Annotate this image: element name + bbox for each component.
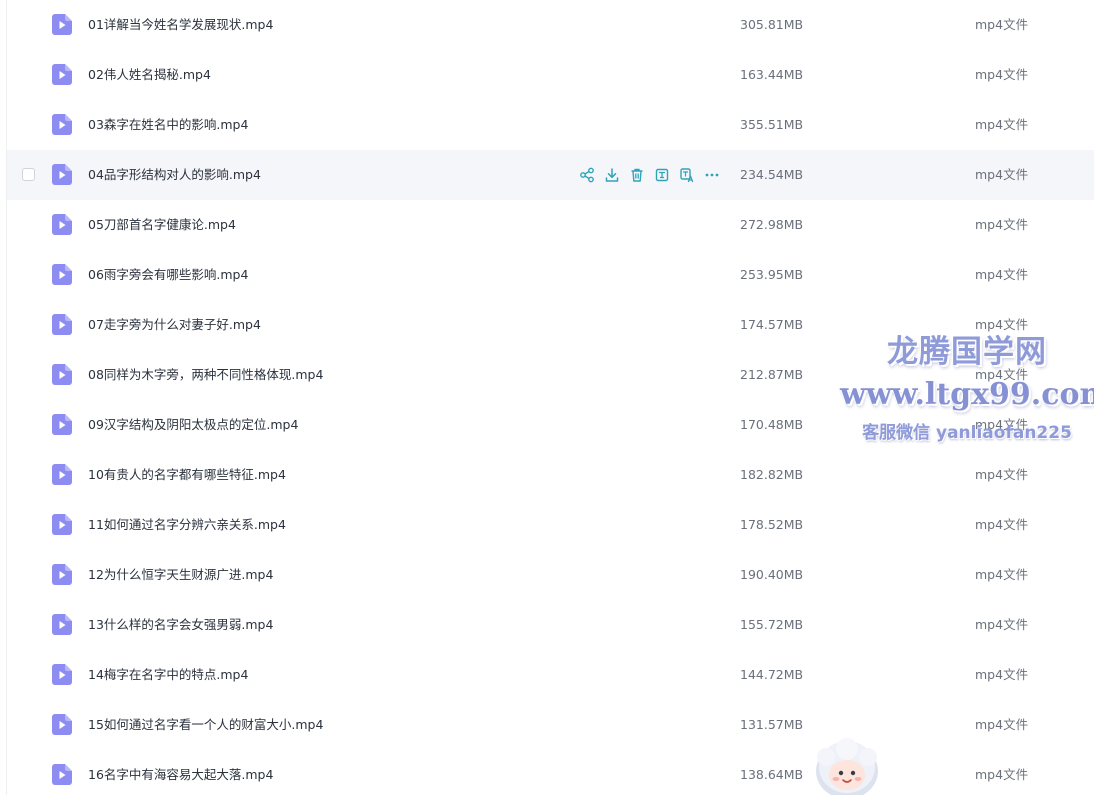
file-name[interactable]: 05刀部首名字健康论.mp4: [88, 200, 236, 250]
video-file-icon: [52, 114, 72, 135]
file-name[interactable]: 09汉字结构及阴阳太极点的定位.mp4: [88, 400, 298, 450]
file-name[interactable]: 16名字中有海容易大起大落.mp4: [88, 750, 273, 800]
file-type: mp4文件: [975, 167, 1029, 182]
video-file-icon: [52, 414, 72, 435]
file-type: mp4文件: [975, 717, 1029, 732]
file-size: 138.64MB: [740, 767, 804, 782]
file-type: mp4文件: [975, 617, 1029, 632]
file-row[interactable]: 12为什么恒字天生财源广进.mp4 190.40MB mp4文件: [7, 550, 1094, 600]
file-row[interactable]: 02伟人姓名揭秘.mp4 163.44MB mp4文件: [7, 50, 1094, 100]
file-size: 253.95MB: [740, 267, 804, 282]
video-file-icon: [52, 614, 72, 635]
file-name[interactable]: 14梅字在名字中的特点.mp4: [88, 650, 248, 700]
file-size: 170.48MB: [740, 417, 804, 432]
file-size: 305.81MB: [740, 17, 804, 32]
file-type: mp4文件: [975, 367, 1029, 382]
row-checkbox[interactable]: [22, 168, 35, 181]
download-icon[interactable]: [603, 166, 621, 184]
video-file-icon: [52, 514, 72, 535]
video-file-icon: [52, 14, 72, 35]
video-file-icon: [52, 764, 72, 785]
file-row[interactable]: 15如何通过名字看一个人的财富大小.mp4 131.57MB mp4文件: [7, 700, 1094, 750]
video-file-icon: [52, 364, 72, 385]
video-file-icon: [52, 714, 72, 735]
file-size: 163.44MB: [740, 67, 804, 82]
file-row[interactable]: 16名字中有海容易大起大落.mp4 138.64MB mp4文件: [7, 750, 1094, 800]
file-type: mp4文件: [975, 417, 1029, 432]
share-icon[interactable]: [578, 166, 596, 184]
file-size: 178.52MB: [740, 517, 804, 532]
file-name[interactable]: 01详解当今姓名学发展现状.mp4: [88, 0, 273, 50]
file-name[interactable]: 02伟人姓名揭秘.mp4: [88, 50, 211, 100]
file-row[interactable]: 13什么样的名字会女强男弱.mp4 155.72MB mp4文件: [7, 600, 1094, 650]
file-list: 01详解当今姓名学发展现状.mp4 305.81MB mp4文件 02伟人姓名揭秘.m…: [0, 0, 1094, 795]
file-size: 131.57MB: [740, 717, 804, 732]
video-file-icon: [52, 314, 72, 335]
file-type: mp4文件: [975, 567, 1029, 582]
file-row[interactable]: 14梅字在名字中的特点.mp4 144.72MB mp4文件: [7, 650, 1094, 700]
file-type: mp4文件: [975, 17, 1029, 32]
video-file-icon: [52, 464, 72, 485]
file-row[interactable]: 05刀部首名字健康论.mp4 272.98MB mp4文件: [7, 200, 1094, 250]
translate-icon[interactable]: [678, 166, 696, 184]
file-size: 234.54MB: [740, 167, 804, 182]
video-file-icon: [52, 564, 72, 585]
file-row[interactable]: 10有贵人的名字都有哪些特征.mp4 182.82MB mp4文件: [7, 450, 1094, 500]
file-name[interactable]: 03森字在姓名中的影响.mp4: [88, 100, 248, 150]
file-type: mp4文件: [975, 217, 1029, 232]
file-name[interactable]: 15如何通过名字看一个人的财富大小.mp4: [88, 700, 323, 750]
file-type: mp4文件: [975, 67, 1029, 82]
file-row[interactable]: 09汉字结构及阴阳太极点的定位.mp4 170.48MB mp4文件: [7, 400, 1094, 450]
file-name[interactable]: 11如何通过名字分辨六亲关系.mp4: [88, 500, 286, 550]
file-row[interactable]: 11如何通过名字分辨六亲关系.mp4 178.52MB mp4文件: [7, 500, 1094, 550]
file-size: 190.40MB: [740, 567, 804, 582]
file-type: mp4文件: [975, 117, 1029, 132]
file-size: 174.57MB: [740, 317, 804, 332]
file-size: 144.72MB: [740, 667, 804, 682]
row-actions: [578, 166, 728, 184]
file-type: mp4文件: [975, 467, 1029, 482]
file-row[interactable]: 06雨字旁会有哪些影响.mp4 253.95MB mp4文件: [7, 250, 1094, 300]
file-name[interactable]: 12为什么恒字天生财源广进.mp4: [88, 550, 273, 600]
file-size: 155.72MB: [740, 617, 804, 632]
file-row[interactable]: 04品字形结构对人的影响.mp4 234.54MB mp4文件: [7, 150, 1094, 200]
file-name[interactable]: 07走字旁为什么对妻子好.mp4: [88, 300, 261, 350]
file-row[interactable]: 01详解当今姓名学发展现状.mp4 305.81MB mp4文件: [7, 0, 1094, 50]
video-file-icon: [52, 664, 72, 685]
file-row[interactable]: 08同样为木字旁，两种不同性格体现.mp4 212.87MB mp4文件: [7, 350, 1094, 400]
rename-icon[interactable]: [653, 166, 671, 184]
more-icon[interactable]: [703, 166, 721, 184]
file-row[interactable]: 03森字在姓名中的影响.mp4 355.51MB mp4文件: [7, 100, 1094, 150]
file-type: mp4文件: [975, 667, 1029, 682]
file-name[interactable]: 08同样为木字旁，两种不同性格体现.mp4: [88, 350, 323, 400]
file-size: 212.87MB: [740, 367, 804, 382]
file-size: 272.98MB: [740, 217, 804, 232]
file-type: mp4文件: [975, 267, 1029, 282]
file-type: mp4文件: [975, 317, 1029, 332]
file-size: 355.51MB: [740, 117, 804, 132]
video-file-icon: [52, 64, 72, 85]
file-name[interactable]: 06雨字旁会有哪些影响.mp4: [88, 250, 248, 300]
video-file-icon: [52, 264, 72, 285]
file-name[interactable]: 13什么样的名字会女强男弱.mp4: [88, 600, 273, 650]
file-type: mp4文件: [975, 517, 1029, 532]
file-row[interactable]: 07走字旁为什么对妻子好.mp4 174.57MB mp4文件: [7, 300, 1094, 350]
file-name[interactable]: 10有贵人的名字都有哪些特征.mp4: [88, 450, 286, 500]
file-name[interactable]: 04品字形结构对人的影响.mp4: [88, 150, 261, 200]
delete-icon[interactable]: [628, 166, 646, 184]
assistant-mascot-icon[interactable]: [812, 737, 882, 795]
file-type: mp4文件: [975, 767, 1029, 782]
video-file-icon: [52, 164, 72, 185]
video-file-icon: [52, 214, 72, 235]
file-size: 182.82MB: [740, 467, 804, 482]
